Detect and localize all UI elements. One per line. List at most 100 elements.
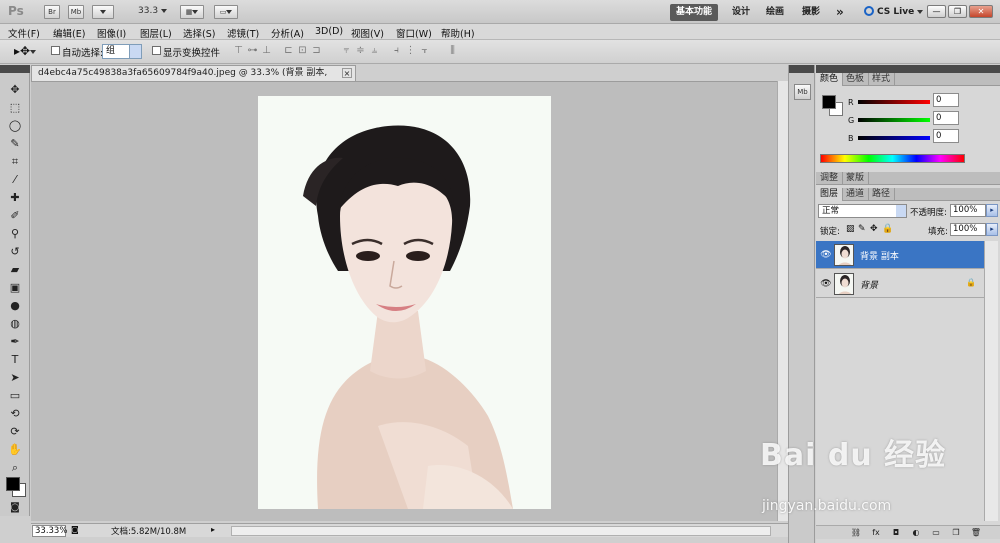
auto-select-target-dropdown[interactable]: 组 bbox=[102, 44, 142, 59]
opacity-field[interactable]: 100% bbox=[950, 204, 986, 217]
quick-selection-tool-icon[interactable]: ✎ bbox=[8, 137, 22, 151]
align-vcenter-icon[interactable]: ⊶ bbox=[246, 45, 259, 57]
document-image[interactable] bbox=[258, 96, 551, 509]
panel-dock-header[interactable] bbox=[816, 65, 1000, 73]
lock-all-icon[interactable]: 🔒 bbox=[882, 224, 893, 234]
healing-brush-tool-icon[interactable]: ✚ bbox=[8, 191, 22, 205]
crop-tool-icon[interactable]: ⌗ bbox=[8, 155, 22, 169]
minibridge-button[interactable]: Mb bbox=[68, 5, 84, 19]
close-button[interactable]: ✕ bbox=[969, 5, 993, 18]
layers-scrollbar[interactable] bbox=[984, 241, 998, 521]
workspace-photography[interactable]: 摄影 bbox=[796, 4, 826, 21]
minibridge-panel-icon[interactable]: Mb bbox=[794, 84, 811, 100]
adjustment-layer-icon[interactable]: ◐ bbox=[910, 527, 922, 538]
eye-icon[interactable]: 👁 bbox=[820, 278, 832, 290]
tools-panel-header[interactable] bbox=[0, 65, 30, 73]
blur-tool-icon[interactable]: ● bbox=[8, 299, 22, 313]
menu-window[interactable]: 窗口(W) bbox=[396, 26, 432, 40]
menu-filter[interactable]: 滤镜(T) bbox=[227, 26, 259, 40]
3d-orbit-tool-icon[interactable]: ⟳ bbox=[8, 425, 22, 439]
horizontal-scrollbar[interactable] bbox=[231, 526, 771, 536]
status-info-icon[interactable]: ◙ bbox=[71, 525, 79, 534]
more-workspaces-button[interactable]: » bbox=[830, 4, 850, 21]
rectangle-tool-icon[interactable]: ▭ bbox=[8, 389, 22, 403]
zoom-level-menu[interactable]: 33.3 bbox=[138, 6, 167, 16]
brush-tool-icon[interactable]: ✐ bbox=[8, 209, 22, 223]
tab-color[interactable]: 颜色 bbox=[816, 73, 844, 86]
show-transform-checkbox[interactable] bbox=[152, 46, 161, 55]
pen-tool-icon[interactable]: ✒ bbox=[8, 335, 22, 349]
tab-swatches[interactable]: 色板 bbox=[842, 73, 870, 86]
quick-mask-icon[interactable]: ◙ bbox=[8, 501, 22, 515]
move-tool-icon[interactable]: ✥ bbox=[8, 83, 22, 97]
menu-image[interactable]: 图像(I) bbox=[97, 26, 126, 40]
minimize-button[interactable]: — bbox=[927, 5, 946, 18]
type-tool-icon[interactable]: T bbox=[8, 353, 22, 367]
blue-value-field[interactable]: 0 bbox=[933, 129, 959, 143]
delete-layer-icon[interactable]: 🗑 bbox=[970, 527, 982, 538]
zoom-field[interactable]: 33.33% bbox=[32, 525, 67, 537]
distribute-left-icon[interactable]: ⫞ bbox=[390, 45, 403, 57]
view-extras-button[interactable] bbox=[92, 5, 114, 19]
layer-style-icon[interactable]: fx bbox=[870, 527, 882, 538]
menu-3d[interactable]: 3D(D) bbox=[315, 26, 343, 37]
green-value-field[interactable]: 0 bbox=[933, 111, 959, 125]
foreground-color-swatch[interactable] bbox=[6, 477, 20, 491]
eyedropper-tool-icon[interactable]: ⁄ bbox=[8, 173, 22, 187]
marquee-tool-icon[interactable]: ⬚ bbox=[8, 101, 22, 115]
distribute-top-icon[interactable]: ⫧ bbox=[340, 45, 353, 57]
fill-field[interactable]: 100% bbox=[950, 223, 986, 236]
layer-row-background[interactable]: 👁 背景 🔒 bbox=[816, 270, 984, 298]
auto-select-checkbox[interactable] bbox=[51, 46, 60, 55]
move-tool-preset-icon[interactable]: ▸✥ bbox=[14, 44, 37, 58]
clone-stamp-tool-icon[interactable]: ⚲ bbox=[8, 227, 22, 241]
restore-button[interactable]: ❐ bbox=[948, 5, 967, 18]
document-tab[interactable]: d4ebc4a75c49838a3fa65609784f9a40.jpeg @ … bbox=[31, 65, 356, 93]
close-document-icon[interactable]: × bbox=[342, 68, 352, 78]
layer-name[interactable]: 背景 副本 bbox=[860, 249, 899, 262]
screen-mode-button[interactable]: ▭ bbox=[214, 5, 238, 19]
menu-view[interactable]: 视图(V) bbox=[351, 26, 384, 40]
menu-analysis[interactable]: 分析(A) bbox=[271, 26, 304, 40]
history-brush-tool-icon[interactable]: ↺ bbox=[8, 245, 22, 259]
3d-rotate-tool-icon[interactable]: ⟲ bbox=[8, 407, 22, 421]
tab-channels[interactable]: 通道 bbox=[842, 188, 870, 201]
menu-edit[interactable]: 编辑(E) bbox=[53, 26, 85, 40]
tab-masks[interactable]: 蒙版 bbox=[842, 172, 870, 185]
align-hcenter-icon[interactable]: ⊡ bbox=[296, 45, 309, 57]
dodge-tool-icon[interactable]: ◍ bbox=[8, 317, 22, 331]
path-selection-tool-icon[interactable]: ➤ bbox=[8, 371, 22, 385]
strip-header[interactable] bbox=[789, 65, 814, 73]
blend-mode-dropdown[interactable]: 正常 bbox=[818, 204, 907, 218]
gradient-tool-icon[interactable]: ▣ bbox=[8, 281, 22, 295]
vertical-scrollbar[interactable] bbox=[777, 81, 788, 521]
workspace-essentials[interactable]: 基本功能 bbox=[670, 4, 719, 21]
distribute-vcenter-icon[interactable]: ≑ bbox=[354, 45, 367, 57]
layer-name[interactable]: 背景 bbox=[860, 278, 878, 291]
hand-tool-icon[interactable]: ✋ bbox=[8, 443, 22, 457]
menu-layer[interactable]: 图层(L) bbox=[140, 26, 172, 40]
color-spectrum-bar[interactable] bbox=[820, 154, 965, 163]
distribute-right-icon[interactable]: ⫟ bbox=[418, 45, 431, 57]
menu-select[interactable]: 选择(S) bbox=[183, 26, 215, 40]
blue-slider[interactable] bbox=[858, 136, 930, 140]
lock-position-icon[interactable]: ✥ bbox=[870, 224, 878, 234]
tab-paths[interactable]: 路径 bbox=[868, 188, 896, 201]
lock-image-icon[interactable]: ✎ bbox=[858, 224, 866, 234]
align-bottom-icon[interactable]: ⊥ bbox=[260, 45, 273, 57]
bridge-button[interactable]: Br bbox=[44, 5, 60, 19]
workspace-design[interactable]: 设计 bbox=[726, 4, 756, 21]
arrange-documents-button[interactable]: ▦ bbox=[180, 5, 204, 19]
eye-icon[interactable]: 👁 bbox=[820, 249, 832, 261]
menu-file[interactable]: 文件(F) bbox=[8, 26, 40, 40]
color-foreground-swatch[interactable] bbox=[822, 95, 836, 109]
menu-help[interactable]: 帮助(H) bbox=[441, 26, 475, 40]
tab-styles[interactable]: 样式 bbox=[868, 73, 896, 86]
lasso-tool-icon[interactable]: ◯ bbox=[8, 119, 22, 133]
fill-slider-button[interactable]: ▸ bbox=[986, 223, 998, 236]
align-left-icon[interactable]: ⊏ bbox=[282, 45, 295, 57]
align-right-icon[interactable]: ⊐ bbox=[310, 45, 323, 57]
tab-layers[interactable]: 图层 bbox=[816, 188, 844, 201]
align-top-icon[interactable]: ⊤ bbox=[232, 45, 245, 57]
add-mask-icon[interactable]: ◘ bbox=[890, 527, 902, 538]
